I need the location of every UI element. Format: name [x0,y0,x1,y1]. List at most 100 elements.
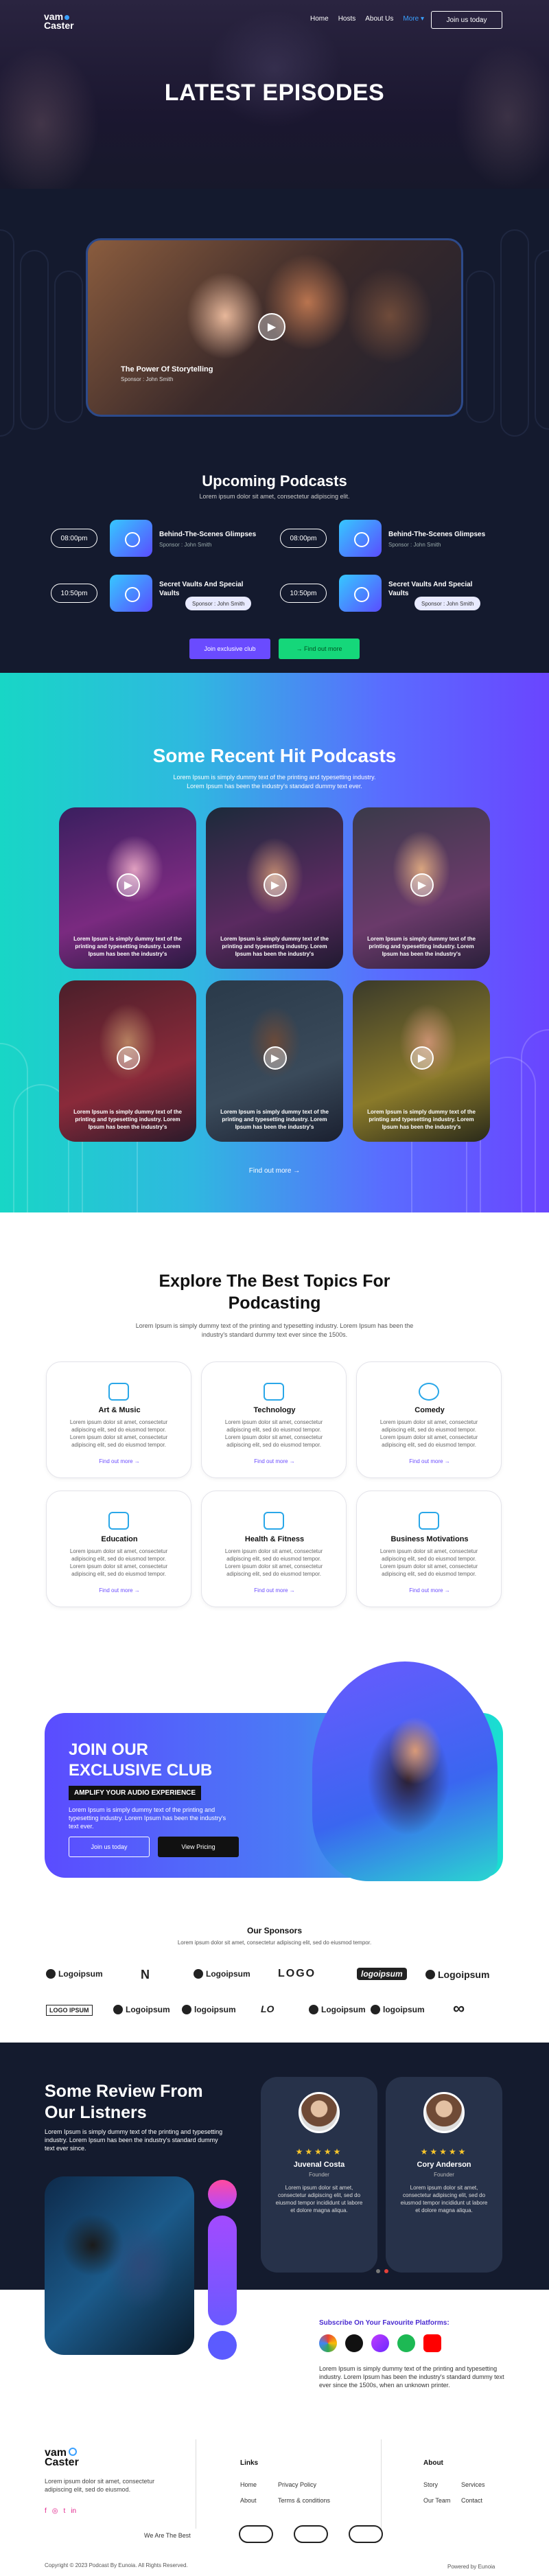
podcast-title[interactable]: Secret Vaults And Special Vaults [388,580,491,598]
footer-logo[interactable]: vam Caster [45,2448,79,2468]
youtube-icon[interactable] [423,2334,441,2352]
nav-link-about[interactable]: About Us [365,15,393,23]
copyright: Copyright © 2023 Podcast By Eunoia. All … [45,2562,188,2568]
topic-card-health[interactable]: Health & Fitness Lorem ipsum dolor sit a… [201,1491,347,1607]
google-podcasts-icon[interactable] [319,2334,337,2352]
club-line1: JOIN OUR [69,1740,149,1759]
sponsor-logo[interactable]: Logoipsum [46,1969,103,1979]
footer-link[interactable]: Services [461,2481,485,2488]
play-icon[interactable]: ▶ [117,1046,140,1070]
time-pill: 10:50pm [280,584,327,603]
sponsor-logo[interactable]: ∞ [453,1999,465,2019]
sponsor-logo[interactable]: LO [261,2003,274,2014]
topic-title: Comedy [414,1406,445,1414]
featured-title: The Power Of Storytelling [121,365,213,373]
club-tag: AMPLIFY YOUR AUDIO EXPERIENCE [69,1786,202,1800]
sponsor-logo[interactable]: N [141,1968,150,1982]
twitter-icon[interactable]: t [64,2507,66,2515]
podcast-thumb[interactable] [110,520,152,557]
footer-link[interactable]: Our Team [423,2497,450,2504]
podcast-title[interactable]: Behind-The-Scenes Glimpses [388,530,491,539]
footer-link[interactable]: Story [423,2481,438,2488]
nav-link-more[interactable]: More ▾ [403,15,424,23]
sponsor-logo[interactable]: logoipsum [182,2005,236,2014]
podcast-thumb[interactable] [339,520,382,557]
fitness-icon [264,1512,284,1530]
find-out-more-link[interactable]: Find out more → [202,1458,347,1464]
podcast-card[interactable]: ▶ Lorem Ipsum is simply dummy text of th… [206,980,343,1142]
podcast-thumb[interactable] [110,575,152,612]
podcast-sponsor: Sponsor : John Smith [185,597,252,610]
podcast-card[interactable]: ▶ Lorem Ipsum is simply dummy text of th… [353,980,490,1142]
find-out-more-link[interactable]: Find out more → [202,1587,347,1594]
apple-icon[interactable] [345,2334,363,2352]
podcast-title[interactable]: Behind-The-Scenes Glimpses [159,530,262,539]
footer-link[interactable]: Terms & conditions [278,2497,330,2504]
sponsor-logo[interactable]: LOGO [278,1968,316,1980]
facebook-icon[interactable]: f [45,2507,47,2515]
find-out-more-link[interactable]: Find out more → [357,1458,502,1464]
nav-link-hosts[interactable]: Hosts [338,15,356,23]
review-title-2: Our Listners [45,2103,147,2122]
sponsor-logo[interactable]: logoipsum [357,1968,407,1980]
footer-link[interactable]: Contact [461,2497,482,2504]
view-pricing-button[interactable]: View Pricing [158,1837,239,1857]
featured-episode[interactable]: ▶ The Power Of Storytelling Sponsor : Jo… [86,238,463,417]
podcast-card[interactable]: ▶ Lorem Ipsum is simply dummy text of th… [353,807,490,969]
instagram-icon[interactable]: ◎ [52,2507,58,2515]
review-card: ★★★★★ Cory Anderson Founder Lorem ipsum … [386,2077,502,2273]
linkedin-icon[interactable]: in [71,2507,76,2515]
spotify-icon[interactable] [397,2334,415,2352]
topic-card-comedy[interactable]: Comedy Lorem ipsum dolor sit amet, conse… [356,1361,502,1478]
find-out-more-button[interactable]: → Find out more [279,639,360,659]
topic-card-technology[interactable]: Technology Lorem ipsum dolor sit amet, c… [201,1361,347,1478]
play-icon[interactable]: ▶ [264,873,287,897]
topic-text: Lorem ipsum dolor sit amet, consectetur … [379,1548,478,1577]
footer-links-heading: Links [240,2459,259,2467]
nav-link-home[interactable]: Home [310,15,329,23]
play-icon[interactable]: ▶ [410,1046,434,1070]
club-photo [312,1661,498,1881]
find-out-more-link[interactable]: Find out more → [47,1458,192,1464]
sponsor-logo[interactable]: Logoipsum [425,1969,489,1980]
join-club-button[interactable]: Join exclusive club [189,639,270,659]
topic-card-business[interactable]: Business Motivations Lorem ipsum dolor s… [356,1491,502,1607]
sponsor-logo[interactable]: logoipsum [371,2005,425,2014]
sponsor-logo[interactable]: Logoipsum [309,2005,366,2014]
play-icon[interactable]: ▶ [117,873,140,897]
logo-icon [425,1970,435,1979]
footer-link[interactable]: Privacy Policy [278,2481,316,2488]
footer-link[interactable]: Home [240,2481,257,2488]
logo-dot-icon [65,15,70,20]
sponsor-logo[interactable]: Logoipsum [194,1969,250,1979]
play-icon[interactable]: ▶ [264,1046,287,1070]
podcast-card[interactable]: ▶ Lorem Ipsum is simply dummy text of th… [59,807,196,969]
podcast-thumb[interactable] [339,575,382,612]
play-icon[interactable]: ▶ [258,313,285,341]
carousel-dot[interactable] [376,2269,380,2273]
time-pill: 10:50pm [51,584,97,603]
logo-icon [371,2005,380,2014]
footer-link[interactable]: About [240,2497,257,2504]
topic-card-art[interactable]: Art & Music Lorem ipsum dolor sit amet, … [46,1361,191,1478]
find-out-more-link[interactable]: Find out more → [47,1587,192,1594]
find-out-more-link[interactable]: Find out more → [0,1167,549,1175]
site-logo[interactable]: vam Caster [44,12,74,30]
topic-card-education[interactable]: Education Lorem ipsum dolor sit amet, co… [46,1491,191,1607]
join-us-button[interactable]: Join us today [431,11,502,29]
podcast-title[interactable]: Secret Vaults And Special Vaults [159,580,262,598]
join-club-button[interactable]: Join us today [69,1837,150,1857]
card-text: Lorem Ipsum is simply dummy text of the … [220,936,329,957]
award-badge [349,2525,383,2543]
find-out-more-link[interactable]: Find out more → [357,1587,502,1594]
play-icon[interactable]: ▶ [410,873,434,897]
carousel-dot-active[interactable] [384,2269,388,2273]
reviewer-name: Cory Anderson [417,2161,471,2169]
sponsor-logo[interactable]: LOGO IPSUM [46,2005,93,2016]
podcast-card[interactable]: ▶ Lorem Ipsum is simply dummy text of th… [206,807,343,969]
apple-podcasts-icon[interactable] [371,2334,389,2352]
upcoming-subtitle: Lorem ipsum dolor sit amet, consectetur … [199,493,350,500]
sponsor-logo[interactable]: Logoipsum [113,2005,170,2014]
rating-stars: ★★★★★ [295,2147,343,2157]
podcast-card[interactable]: ▶ Lorem Ipsum is simply dummy text of th… [59,980,196,1142]
